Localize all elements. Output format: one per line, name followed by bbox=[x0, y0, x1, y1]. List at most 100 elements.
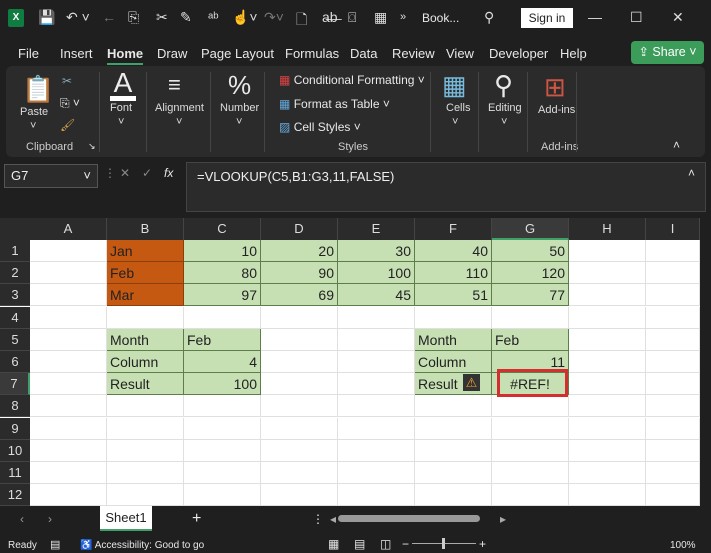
font-button[interactable]: Font bbox=[110, 102, 132, 114]
cell-I6[interactable] bbox=[646, 351, 700, 373]
expand-formula-icon[interactable]: ˄ bbox=[688, 166, 695, 180]
cell-G9[interactable] bbox=[492, 417, 569, 440]
cell-H4[interactable] bbox=[569, 306, 646, 329]
cell-F11[interactable] bbox=[415, 462, 492, 484]
cells-button[interactable]: Cells bbox=[446, 102, 470, 114]
cell-E9[interactable] bbox=[338, 417, 415, 440]
cancel-icon[interactable]: ✕ bbox=[120, 166, 130, 180]
tab-view[interactable]: View bbox=[446, 46, 474, 61]
cell-D4[interactable] bbox=[261, 306, 338, 329]
column-header-G[interactable]: G bbox=[492, 218, 569, 240]
touch-mode-icon[interactable]: ☝˅ bbox=[232, 9, 258, 26]
row-header-10[interactable]: 10 bbox=[0, 439, 30, 462]
cell-F9[interactable] bbox=[415, 417, 492, 440]
maximize-icon[interactable]: ☐ bbox=[630, 9, 643, 26]
column-header-I[interactable]: I bbox=[646, 218, 700, 240]
cell-H10[interactable] bbox=[569, 439, 646, 462]
tab-data[interactable]: Data bbox=[350, 46, 377, 61]
cell-F2[interactable]: 110 bbox=[415, 262, 492, 285]
cell-B6[interactable]: Column bbox=[107, 351, 184, 373]
column-header-H[interactable]: H bbox=[569, 218, 646, 240]
cell-E6[interactable] bbox=[338, 351, 415, 373]
row-header-7[interactable]: 7 bbox=[0, 373, 30, 396]
cell-B5[interactable]: Month bbox=[107, 328, 184, 351]
cell-A5[interactable] bbox=[30, 328, 107, 351]
row-header-8[interactable]: 8 bbox=[0, 395, 30, 418]
tab-formulas[interactable]: Formulas bbox=[285, 46, 339, 61]
row-header-11[interactable]: 11 bbox=[0, 462, 30, 484]
tab-help[interactable]: Help bbox=[560, 46, 587, 61]
cell-I10[interactable] bbox=[646, 439, 700, 462]
more-commands-icon[interactable]: » bbox=[400, 11, 406, 23]
cell-G1[interactable]: 50 bbox=[492, 240, 569, 262]
cell-H11[interactable] bbox=[569, 462, 646, 484]
new-file-icon[interactable]: 🗋 bbox=[296, 9, 307, 33]
cell-C9[interactable] bbox=[184, 417, 261, 440]
cell-F12[interactable] bbox=[415, 484, 492, 507]
cell-H6[interactable] bbox=[569, 351, 646, 373]
more-options-icon[interactable]: ⋮ bbox=[312, 512, 324, 526]
cut-icon[interactable]: ✂ bbox=[62, 74, 72, 88]
cell-D11[interactable] bbox=[261, 462, 338, 484]
cell-D9[interactable] bbox=[261, 417, 338, 440]
cell-E3[interactable]: 45 bbox=[338, 284, 415, 307]
row-header-5[interactable]: 5 bbox=[0, 328, 30, 351]
cell-G10[interactable] bbox=[492, 439, 569, 462]
zoom-slider-thumb[interactable] bbox=[442, 538, 445, 549]
cell-D7[interactable] bbox=[261, 373, 338, 396]
cut-icon[interactable]: ✂ bbox=[156, 9, 168, 26]
cell-D6[interactable] bbox=[261, 351, 338, 373]
cell-B3[interactable]: Mar bbox=[107, 284, 184, 307]
close-icon[interactable]: ✕ bbox=[672, 9, 684, 26]
share-button[interactable]: ⇪ Share ˅ bbox=[631, 41, 704, 64]
cell-C10[interactable] bbox=[184, 439, 261, 462]
cell-F1[interactable]: 40 bbox=[415, 240, 492, 262]
alignment-button[interactable]: Alignment bbox=[155, 102, 204, 114]
page-break-view-icon[interactable]: ◫ bbox=[380, 537, 391, 551]
chevron-down-icon[interactable]: ˅ bbox=[83, 168, 91, 183]
column-header-B[interactable]: B bbox=[107, 218, 184, 240]
format-painter-icon[interactable]: 🖌 bbox=[60, 118, 75, 132]
cell-I9[interactable] bbox=[646, 417, 700, 440]
cell-A4[interactable] bbox=[30, 306, 107, 329]
cell-H1[interactable] bbox=[569, 240, 646, 262]
cell-E1[interactable]: 30 bbox=[338, 240, 415, 262]
cell-E2[interactable]: 100 bbox=[338, 262, 415, 285]
cell-G5[interactable]: Feb bbox=[492, 328, 569, 351]
cell-D3[interactable]: 69 bbox=[261, 284, 338, 307]
row-header-6[interactable]: 6 bbox=[0, 351, 30, 373]
sign-in-button[interactable]: Sign in bbox=[521, 8, 573, 28]
format-as-table-button[interactable]: ▦ Format as Table ˅ bbox=[279, 97, 390, 111]
select-all-button[interactable] bbox=[0, 218, 30, 240]
cell-A7[interactable] bbox=[30, 373, 107, 396]
dialog-launcher-icon[interactable]: ↘ bbox=[88, 141, 96, 152]
cell-A9[interactable] bbox=[30, 417, 107, 440]
copy-icon[interactable]: ⎘ bbox=[128, 9, 139, 26]
cell-F6[interactable]: Column bbox=[415, 351, 492, 373]
cell-A11[interactable] bbox=[30, 462, 107, 484]
cell-C5[interactable]: Feb bbox=[184, 328, 261, 351]
enter-icon[interactable]: ✓ bbox=[142, 166, 152, 180]
cell-C6[interactable]: 4 bbox=[184, 351, 261, 373]
cell-styles-button[interactable]: ▨ Cell Styles ˅ bbox=[279, 120, 361, 134]
cell-F10[interactable] bbox=[415, 439, 492, 462]
row-header-9[interactable]: 9 bbox=[0, 417, 30, 440]
zoom-out-icon[interactable]: − bbox=[402, 537, 409, 551]
cell-H5[interactable] bbox=[569, 328, 646, 351]
cell-D8[interactable] bbox=[261, 395, 338, 418]
tab-insert[interactable]: Insert bbox=[60, 46, 93, 61]
number-button[interactable]: Number bbox=[220, 102, 259, 114]
cell-D5[interactable] bbox=[261, 328, 338, 351]
cell-B2[interactable]: Feb bbox=[107, 262, 184, 285]
cell-D2[interactable]: 90 bbox=[261, 262, 338, 285]
add-ins-button[interactable]: Add-ins bbox=[538, 104, 575, 116]
horizontal-scrollbar[interactable] bbox=[338, 515, 480, 522]
zoom-level[interactable]: 100% bbox=[670, 540, 696, 551]
cell-C3[interactable]: 97 bbox=[184, 284, 261, 307]
column-header-F[interactable]: F bbox=[415, 218, 492, 240]
undo-icon[interactable]: ↶ ˅ bbox=[66, 9, 90, 26]
cell-E5[interactable] bbox=[338, 328, 415, 351]
row-header-4[interactable]: 4 bbox=[0, 306, 30, 329]
cell-F3[interactable]: 51 bbox=[415, 284, 492, 307]
normal-view-icon[interactable]: ▦ bbox=[328, 537, 339, 551]
